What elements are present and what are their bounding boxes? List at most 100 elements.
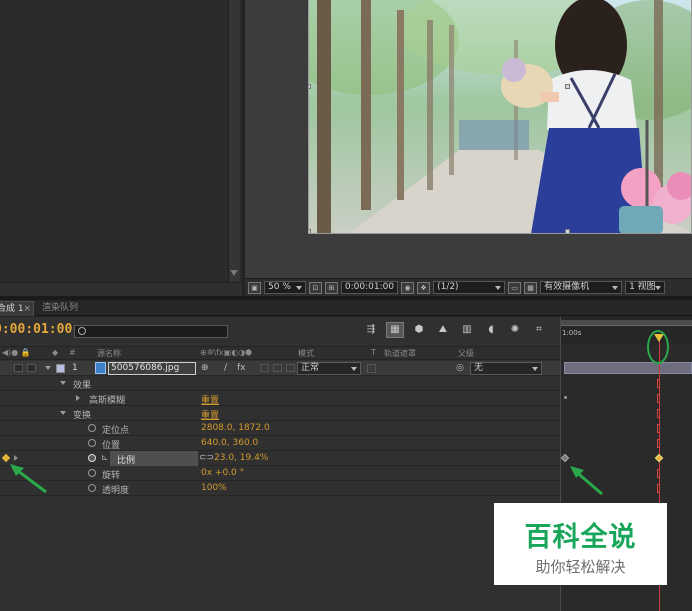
composition-mini-flowchart-icon[interactable]: ⇶ xyxy=(362,322,380,338)
quality-switch-icon[interactable]: / xyxy=(224,363,227,373)
motion-blur-icon[interactable]: ◖ xyxy=(482,322,500,338)
layer-name[interactable]: 500576086.jpg xyxy=(108,362,196,375)
column-track-matte[interactable]: 轨道遮罩 xyxy=(384,348,416,359)
draft-3d-icon[interactable]: ⬢ xyxy=(410,322,428,338)
composition-preview-image[interactable] xyxy=(308,0,692,234)
fit-icon[interactable]: ⊡ xyxy=(308,281,322,294)
camera-dropdown[interactable]: 有效摄像机 xyxy=(540,281,623,294)
solo-switch[interactable] xyxy=(27,364,36,372)
opacity-label: 透明度 xyxy=(102,486,130,496)
rotation-row[interactable]: 旋转 0x +0.0 ° xyxy=(0,466,560,481)
opacity-row[interactable]: 透明度 100% xyxy=(0,481,560,496)
video-switch[interactable] xyxy=(14,364,23,372)
brainstorm-icon[interactable]: ✺ xyxy=(506,322,524,338)
close-tab-icon[interactable]: × xyxy=(23,302,31,316)
blur-expand-icon[interactable] xyxy=(76,395,80,401)
transform-group-row[interactable]: 变换 重置 xyxy=(0,406,560,421)
tab-composition-1[interactable]: 合成 1 × xyxy=(0,301,34,316)
scale-stopwatch-icon[interactable] xyxy=(88,454,96,462)
watermark-subtitle: 助你轻松解决 xyxy=(535,558,626,576)
region-of-interest-icon[interactable]: ▭ xyxy=(508,281,522,294)
channel-icon[interactable]: ❖ xyxy=(417,281,431,294)
image-file-icon xyxy=(95,362,106,374)
timeline-column-header: ◀)● 🔒 ◆ # 源名称 ⊕✲\fx▣◐◑⬢ 模式 T 轨道遮罩 父级 xyxy=(0,346,560,360)
safe-area-icon[interactable]: ⊞ xyxy=(324,281,338,294)
transform-handle-center[interactable] xyxy=(565,84,570,89)
rotation-value[interactable]: 0x +0.0 ° xyxy=(201,468,244,478)
layer-switches-icon[interactable]: ⊕✲\fx▣◐◑⬢ xyxy=(200,348,252,357)
3d-switch[interactable] xyxy=(286,364,295,372)
blur-reset-link[interactable]: 重置 xyxy=(201,393,219,406)
project-scrollbar[interactable] xyxy=(228,0,240,282)
column-mode[interactable]: 模式 xyxy=(298,348,314,359)
scroll-down-arrow-icon[interactable] xyxy=(230,270,238,276)
anchor-point-label: 定位点 xyxy=(102,426,130,436)
position-stopwatch-icon[interactable] xyxy=(88,439,96,447)
position-row[interactable]: 位置 640.0, 360.0 xyxy=(0,436,560,451)
preserve-transparency-checkbox[interactable] xyxy=(367,364,376,373)
cti-highlight-circle xyxy=(647,330,669,364)
viewer-timecode[interactable]: 0:00:01:00 xyxy=(340,281,399,294)
timeline-tab-bar: 合成 1 × 渲染队列 xyxy=(0,300,692,316)
effects-group-row[interactable]: 效果 xyxy=(0,376,560,391)
layer-label-color[interactable] xyxy=(56,364,65,373)
opacity-stopwatch-icon[interactable] xyxy=(88,484,96,492)
zoom-dropdown[interactable]: 50 % xyxy=(264,281,306,294)
transform-reset-link[interactable]: 重置 xyxy=(201,408,219,421)
shy-switch-icon[interactable]: ⊕ xyxy=(201,363,209,373)
work-area-bar[interactable] xyxy=(561,320,692,326)
effects-expand-icon[interactable] xyxy=(60,381,66,385)
motion-blur-switch[interactable] xyxy=(273,364,282,372)
transform-handle-left[interactable] xyxy=(309,84,311,89)
layer-duration-bar[interactable] xyxy=(564,362,692,374)
effect-switch-icon[interactable]: fx xyxy=(237,363,246,373)
anchor-bar-marker xyxy=(657,424,660,433)
column-source-name[interactable]: 源名称 xyxy=(97,348,121,359)
av-switches-icon[interactable]: ◀)● 🔒 xyxy=(2,348,31,357)
constrain-proportions-icon[interactable]: ⊂⊃ xyxy=(199,453,214,463)
annotation-arrow-left xyxy=(10,464,47,494)
layer-expand-icon[interactable] xyxy=(45,366,51,370)
annotation-arrow-right xyxy=(570,466,603,496)
blend-mode-dropdown[interactable]: 正常 xyxy=(297,362,361,375)
scale-row[interactable]: ⊾ 比例 ⊂⊃ 23.0, 19.4% xyxy=(0,451,560,466)
blur-effect-marker xyxy=(564,396,567,399)
always-preview-icon[interactable]: ▣ xyxy=(248,281,261,294)
scale-value[interactable]: 23.0, 19.4% xyxy=(214,453,268,463)
transform-expand-icon[interactable] xyxy=(60,411,66,415)
parent-dropdown[interactable]: 无 xyxy=(470,362,542,375)
anchor-stopwatch-icon[interactable] xyxy=(88,424,96,432)
opacity-value[interactable]: 100% xyxy=(201,483,227,493)
live-update-icon[interactable]: ▦ xyxy=(386,322,404,338)
watermark-title: 百科全说 xyxy=(524,522,637,553)
frame-blend-switch[interactable] xyxy=(260,364,269,372)
tab-render-queue[interactable]: 渲染队列 xyxy=(38,301,88,316)
effects-bar-marker xyxy=(657,379,660,388)
snapshot-icon[interactable]: ◉ xyxy=(401,281,415,294)
layer-search-input[interactable] xyxy=(74,325,228,338)
gaussian-blur-row[interactable]: 高斯模糊 重置 xyxy=(0,391,560,406)
position-bar-marker xyxy=(657,439,660,448)
column-parent[interactable]: 父级 xyxy=(458,348,474,359)
transparency-grid-icon[interactable]: ▦ xyxy=(524,281,538,294)
frame-blending-icon[interactable]: ▥ xyxy=(458,322,476,338)
pick-whip-icon[interactable]: ◎ xyxy=(456,363,464,373)
position-value[interactable]: 640.0, 360.0 xyxy=(201,438,258,448)
views-dropdown[interactable]: 1 视图 xyxy=(625,281,666,294)
graph-link-icon[interactable]: ⊾ xyxy=(101,453,109,463)
transform-bar-marker xyxy=(657,409,660,418)
position-label: 位置 xyxy=(102,441,121,451)
timeline-current-time[interactable]: 0:00:01:00 xyxy=(0,322,72,337)
shy-layers-icon[interactable]: ⛰ xyxy=(434,322,452,338)
layer-row[interactable]: 1 500576086.jpg ⊕ / fx 正常 ◎ 无 xyxy=(0,361,560,376)
blur-bar-marker xyxy=(657,394,660,403)
time-ruler[interactable]: 1:00s xyxy=(561,317,692,345)
graph-editor-icon[interactable]: ⌗ xyxy=(530,322,548,338)
column-number: # xyxy=(69,348,76,357)
gaussian-blur-label: 高斯模糊 xyxy=(89,396,126,406)
label-column-icon[interactable]: ◆ xyxy=(52,348,58,357)
anchor-point-row[interactable]: 定位点 2808.0, 1872.0 xyxy=(0,421,560,436)
rotation-stopwatch-icon[interactable] xyxy=(88,469,96,477)
resolution-dropdown[interactable]: (1/2) xyxy=(433,281,506,294)
anchor-point-value[interactable]: 2808.0, 1872.0 xyxy=(201,423,270,433)
